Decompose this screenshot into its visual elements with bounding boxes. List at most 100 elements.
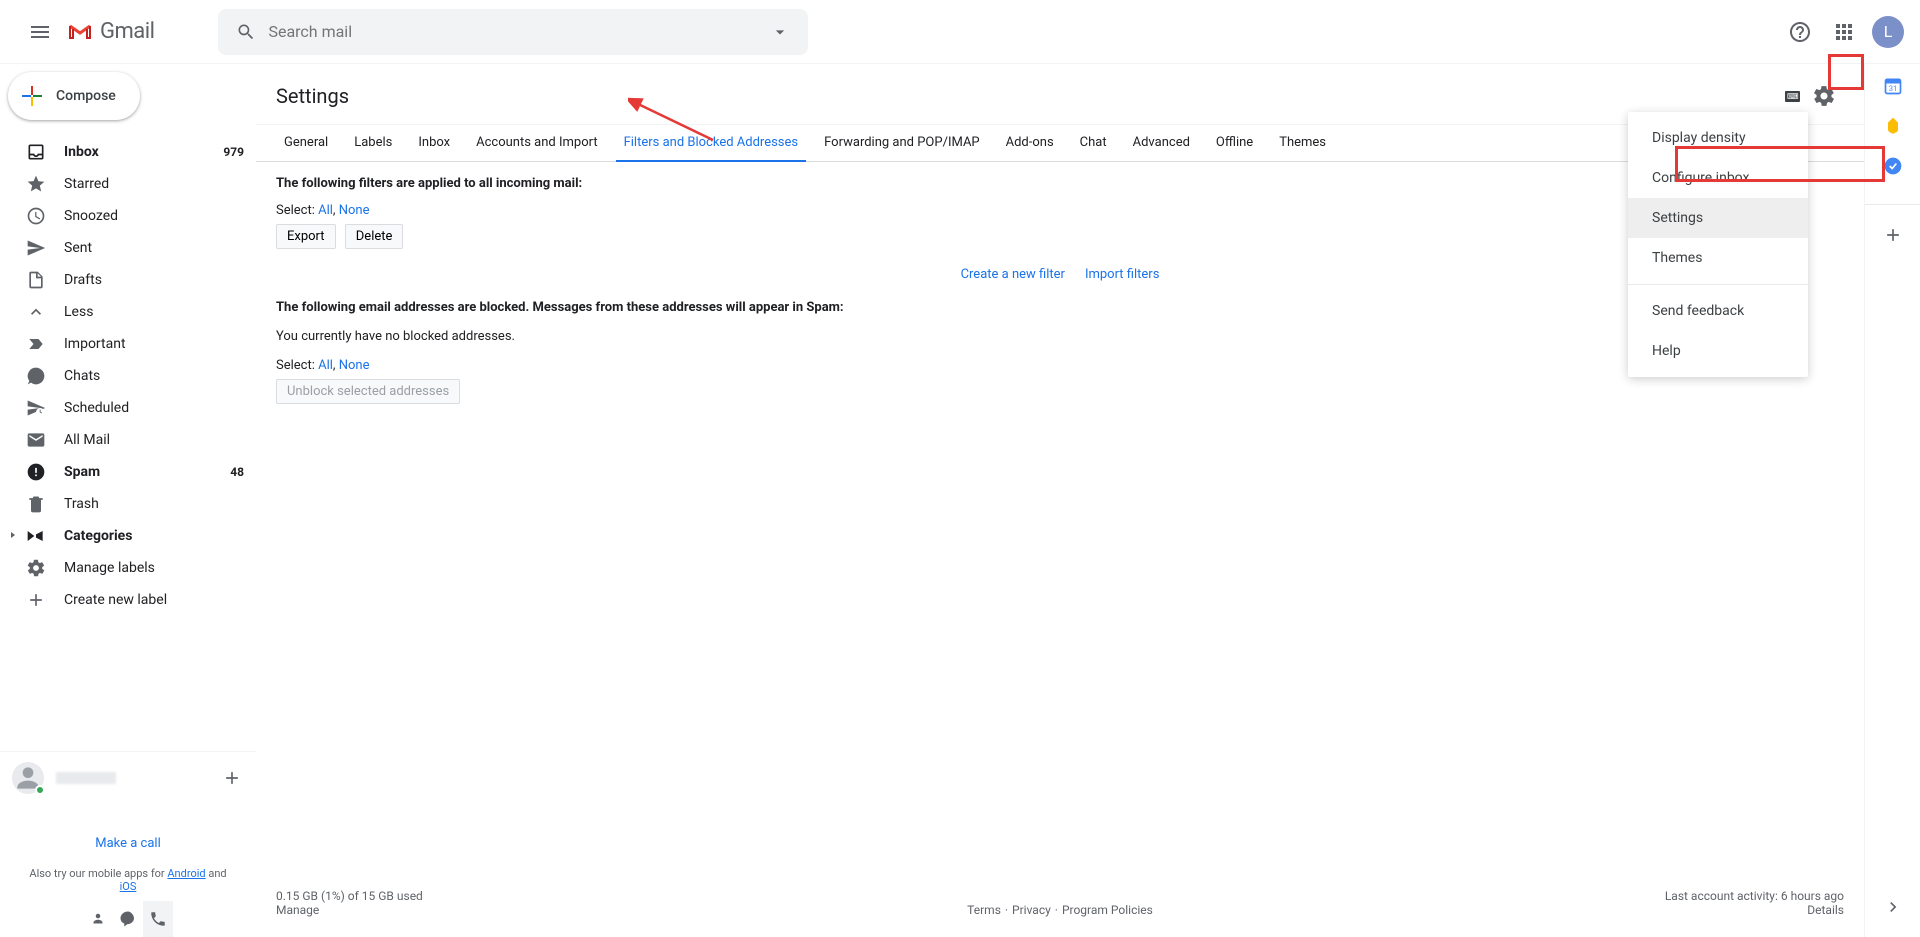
import-filters-link[interactable]: Import filters [1085,267,1159,282]
get-addons-button[interactable] [1865,204,1920,245]
footer: 0.15 GB (1%) of 15 GB used Manage Last a… [276,889,1844,917]
gmail-logo-text: Gmail [100,19,154,44]
chevron-right-icon [1883,897,1903,917]
tab-chat[interactable]: Chat [1072,125,1115,161]
make-a-call-link[interactable]: Make a call [12,836,244,851]
hangouts-avatar[interactable] [12,762,44,794]
tasks-icon [1883,156,1903,176]
main-menu-button[interactable] [16,8,64,56]
hangouts-contacts-tab[interactable] [83,901,113,937]
hangouts-conversations-tab[interactable] [113,901,143,937]
search-bar [218,9,808,55]
hangouts-new-button[interactable] [220,766,244,790]
star-icon [26,174,46,194]
main-content: Settings ⌨ General Labels Inbox Accounts an… [256,64,1864,937]
tab-themes[interactable]: Themes [1271,125,1334,161]
phone-icon [149,910,167,928]
file-icon [26,270,46,290]
tab-labels[interactable]: Labels [346,125,400,161]
tab-offline[interactable]: Offline [1208,125,1261,161]
gmail-logo[interactable]: Gmail [68,19,154,44]
mobile-apps-text: Also try our mobile apps for Android and… [12,867,244,893]
help-icon [1788,20,1812,44]
hangouts-phone-tab[interactable] [143,901,173,937]
select-none-link[interactable]: None [339,203,370,218]
inbox-icon [26,142,46,162]
tab-general[interactable]: General [276,125,336,161]
hangouts-tabs [0,901,256,937]
select-all-link[interactable]: All [318,203,333,218]
nav-item-spam[interactable]: Spam48 [0,456,256,488]
support-button[interactable] [1780,12,1820,52]
compose-button[interactable]: Compose [8,72,140,120]
settings-tabs: General Labels Inbox Accounts and Import Fil… [256,124,1864,162]
quick-menu-send-feedback[interactable]: Send feedback [1628,291,1808,331]
search-button[interactable] [224,22,268,42]
allmail-icon [26,430,46,450]
nav-item-chats[interactable]: Chats [0,360,256,392]
create-filter-link[interactable]: Create a new filter [961,267,1065,282]
send-icon [26,238,46,258]
privacy-link[interactable]: Privacy [1012,903,1051,917]
filters-content: The following filters are applied to all… [256,162,1864,424]
unblock-button[interactable]: Unblock selected addresses [276,379,460,404]
select-all-link-2[interactable]: All [318,358,333,373]
delete-button[interactable]: Delete [345,224,404,249]
details-link[interactable]: Details [1807,903,1844,917]
select-label-2: Select: [276,358,315,373]
nav-item-important[interactable]: Important [0,328,256,360]
quick-menu-help[interactable]: Help [1628,331,1808,371]
nav-item-less[interactable]: Less [0,296,256,328]
hangouts-quote-icon [119,910,137,928]
account-avatar[interactable]: L [1872,16,1904,48]
keep-addon[interactable] [1883,116,1903,136]
tab-forwarding-and-pop-imap[interactable]: Forwarding and POP/IMAP [816,125,988,161]
compose-plus-icon [20,84,44,108]
clock-icon [26,206,46,226]
compose-label: Compose [56,88,116,104]
quick-menu-display-density[interactable]: Display density [1628,118,1808,158]
nav-item-manage-labels[interactable]: Manage labels [0,552,256,584]
manage-storage-link[interactable]: Manage [276,903,319,917]
storage-text: 0.15 GB (1%) of 15 GB used [276,889,423,903]
export-button[interactable]: Export [276,224,336,249]
tab-accounts-and-import[interactable]: Accounts and Import [468,125,605,161]
quick-settings-menu: Display densityConfigure inboxSettingsTh… [1628,112,1808,377]
search-options-button[interactable] [758,22,802,42]
tab-advanced[interactable]: Advanced [1125,125,1198,161]
policies-link[interactable]: Program Policies [1062,903,1153,917]
nav-item-drafts[interactable]: Drafts [0,264,256,296]
nav-item-sent[interactable]: Sent [0,232,256,264]
apps-grid-icon [1832,20,1856,44]
quick-menu-settings[interactable]: Settings [1628,198,1808,238]
tasks-addon[interactable] [1883,156,1903,176]
search-icon [236,22,256,42]
activity-text: Last account activity: 6 hours ago [1665,889,1844,903]
nav-item-all-mail[interactable]: All Mail [0,424,256,456]
google-apps-button[interactable] [1824,12,1864,52]
input-tools-badge[interactable]: ⌨ [1785,91,1800,102]
android-link[interactable]: Android [167,867,205,880]
terms-link[interactable]: Terms [967,903,1001,917]
nav-item-trash[interactable]: Trash [0,488,256,520]
gear-icon [1812,84,1836,108]
nav-item-starred[interactable]: Starred [0,168,256,200]
nav-item-scheduled[interactable]: Scheduled [0,392,256,424]
calendar-addon[interactable]: 31 [1883,76,1903,96]
tab-add-ons[interactable]: Add-ons [998,125,1062,161]
ios-link[interactable]: iOS [120,880,137,893]
hamburger-icon [28,20,52,44]
settings-gear-button[interactable] [1804,76,1844,116]
nav-item-create-new-label[interactable]: Create new label [0,584,256,616]
tab-inbox[interactable]: Inbox [410,125,458,161]
tab-filters-and-blocked-addresses[interactable]: Filters and Blocked Addresses [616,125,807,162]
hide-side-panel-button[interactable] [1883,897,1903,921]
search-input[interactable] [268,22,758,41]
quick-menu-configure-inbox[interactable]: Configure inbox [1628,158,1808,198]
quick-menu-themes[interactable]: Themes [1628,238,1808,278]
plus-icon [26,590,46,610]
select-none-link-2[interactable]: None [339,358,370,373]
nav-item-categories[interactable]: Categories [0,520,256,552]
nav-item-inbox[interactable]: Inbox979 [0,136,256,168]
nav-item-snoozed[interactable]: Snoozed [0,200,256,232]
